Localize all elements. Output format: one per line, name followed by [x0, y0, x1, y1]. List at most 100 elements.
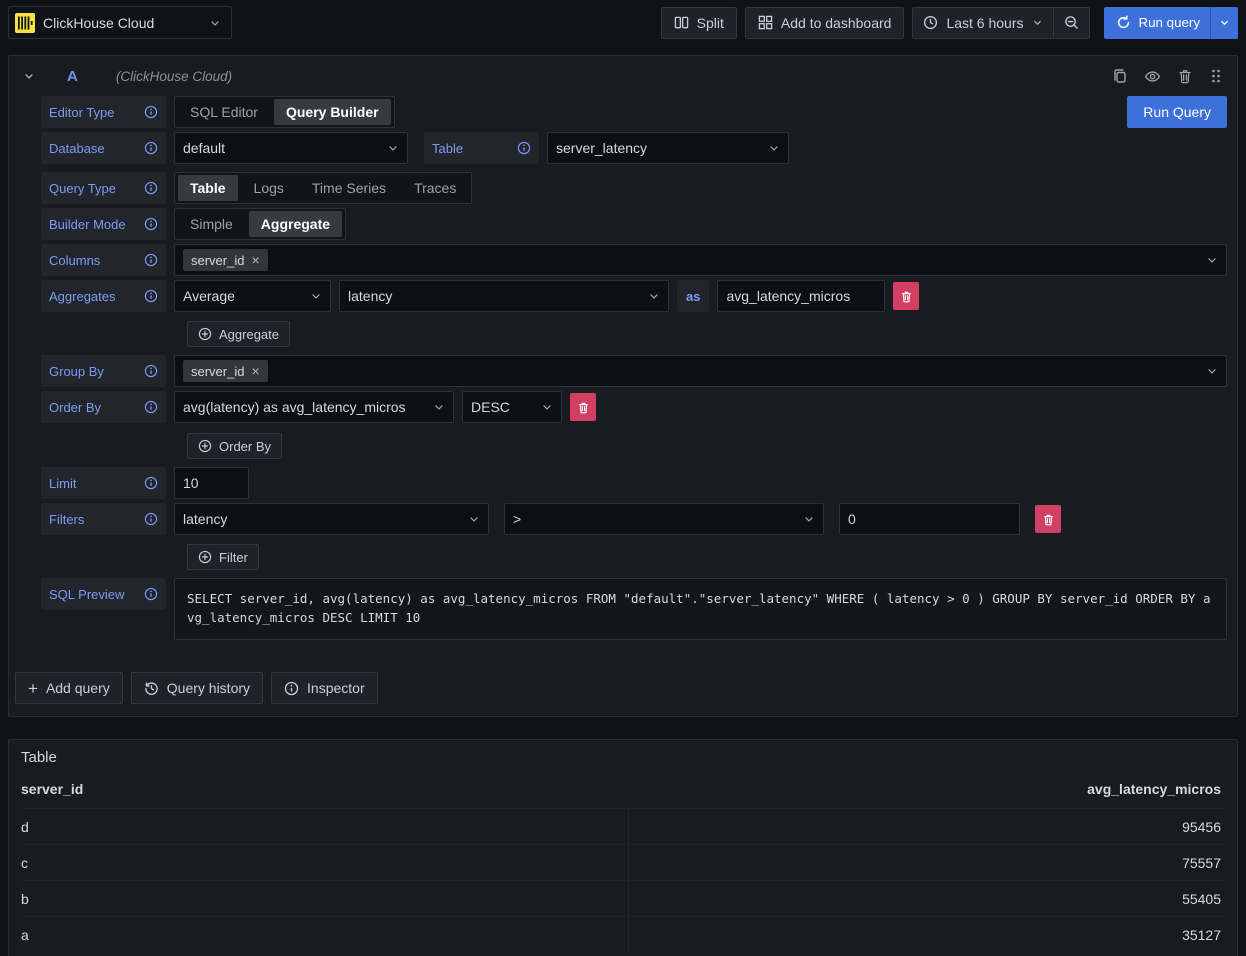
info-icon[interactable] — [144, 587, 158, 601]
remove-filter-button[interactable] — [1035, 505, 1061, 533]
hide-query-icon[interactable] — [1144, 68, 1161, 85]
info-icon[interactable] — [144, 512, 158, 526]
order-by-column-select[interactable]: avg(latency) as avg_latency_micros — [174, 391, 454, 423]
remove-icon[interactable]: × — [251, 364, 259, 378]
aggregate-column-select[interactable]: latency — [339, 280, 669, 312]
database-table-row: Database default Table server_latency — [41, 132, 1227, 164]
toolbar: ClickHouse Cloud Split Add to dashboard … — [0, 0, 1246, 45]
group-by-row: Group By server_id × — [41, 355, 1227, 387]
info-icon[interactable] — [144, 217, 158, 231]
query-type-table[interactable]: Table — [178, 175, 238, 201]
info-icon[interactable] — [144, 181, 158, 195]
aggregate-alias-input[interactable] — [717, 280, 885, 312]
limit-input[interactable] — [174, 467, 249, 499]
query-builder-form: Editor Type SQL Editor Query Builder Run… — [9, 96, 1237, 640]
chevron-down-icon — [541, 401, 553, 413]
editor-type-row: Editor Type SQL Editor Query Builder Run… — [41, 96, 1227, 128]
query-ref-id[interactable]: A — [67, 68, 78, 85]
duplicate-query-icon[interactable] — [1112, 68, 1128, 84]
order-by-label: Order By — [41, 391, 166, 423]
time-range-button[interactable]: Last 6 hours — [913, 8, 1052, 38]
remove-icon[interactable]: × — [251, 253, 259, 267]
run-query-button[interactable]: Run query — [1104, 7, 1239, 39]
as-label: as — [677, 280, 709, 312]
chevron-down-icon — [648, 290, 660, 302]
delete-query-icon[interactable] — [1177, 68, 1193, 84]
info-icon[interactable] — [144, 141, 158, 155]
column-header-server-id[interactable]: server_id — [21, 781, 629, 797]
table-select[interactable]: server_latency — [547, 132, 789, 164]
table-row[interactable]: d 95456 — [21, 808, 1225, 844]
builder-mode-simple[interactable]: Simple — [178, 211, 245, 237]
query-actions — [1112, 68, 1223, 85]
add-filter-button[interactable]: Filter — [187, 544, 259, 570]
table-row[interactable]: c 75557 — [21, 844, 1225, 880]
info-icon[interactable] — [144, 253, 158, 267]
query-type-time-series[interactable]: Time Series — [300, 175, 398, 201]
run-query-dropdown[interactable] — [1210, 7, 1238, 39]
column-chip: server_id × — [183, 249, 268, 271]
chevron-down-icon — [310, 290, 322, 302]
filter-value-input[interactable] — [839, 503, 1020, 535]
drag-handle-icon[interactable] — [1209, 68, 1223, 84]
query-editor-panel: A (ClickHouse Cloud) Editor Type — [8, 55, 1238, 717]
group-by-multiselect[interactable]: server_id × — [174, 355, 1227, 387]
column-header-avg-latency[interactable]: avg_latency_micros — [629, 781, 1225, 797]
database-select[interactable]: default — [174, 132, 408, 164]
filter-operator-select[interactable]: > — [504, 503, 824, 535]
clock-icon — [923, 15, 938, 30]
query-history-button[interactable]: Query history — [131, 672, 263, 704]
aggregates-label: Aggregates — [41, 280, 166, 312]
table-label: Table — [424, 132, 539, 164]
remove-order-by-button[interactable] — [570, 393, 596, 421]
editor-type-label: Editor Type — [41, 96, 166, 128]
plus-circle-icon — [198, 439, 212, 453]
collapse-chevron-icon[interactable] — [23, 70, 35, 82]
query-type-logs[interactable]: Logs — [242, 175, 296, 201]
add-filter-row: Filter — [41, 544, 1227, 570]
add-query-button[interactable]: + Add query — [15, 672, 123, 704]
chevron-down-icon — [1206, 365, 1218, 377]
zoom-out-icon — [1064, 15, 1079, 30]
dashboard-grid-icon — [758, 15, 773, 30]
info-icon[interactable] — [144, 400, 158, 414]
results-table-panel: Table server_id avg_latency_micros d 954… — [8, 739, 1238, 956]
add-to-dashboard-button[interactable]: Add to dashboard — [745, 7, 905, 39]
chevron-down-icon — [468, 513, 480, 525]
info-icon[interactable] — [144, 364, 158, 378]
table-row[interactable]: b 55405 — [21, 880, 1225, 916]
chevron-down-icon — [1032, 17, 1043, 28]
builder-mode-aggregate[interactable]: Aggregate — [249, 211, 342, 237]
info-icon[interactable] — [144, 289, 158, 303]
split-icon — [674, 15, 689, 30]
columns-multiselect[interactable]: server_id × — [174, 244, 1227, 276]
datasource-picker[interactable]: ClickHouse Cloud — [8, 6, 232, 39]
chevron-down-icon — [387, 142, 399, 154]
query-type-traces[interactable]: Traces — [402, 175, 468, 201]
editor-type-switch: SQL Editor Query Builder — [174, 96, 395, 128]
info-icon[interactable] — [144, 105, 158, 119]
zoom-out-time-button[interactable] — [1053, 8, 1089, 38]
query-footer: + Add query Query history Inspector — [9, 644, 1237, 716]
filter-column-select[interactable]: latency — [174, 503, 489, 535]
builder-mode-row: Builder Mode Simple Aggregate — [41, 208, 1227, 240]
editor-type-sql-editor[interactable]: SQL Editor — [178, 99, 270, 125]
split-button[interactable]: Split — [661, 7, 737, 39]
refresh-icon — [1116, 15, 1131, 30]
remove-aggregate-button[interactable] — [893, 282, 919, 310]
editor-type-query-builder[interactable]: Query Builder — [274, 99, 391, 125]
info-icon[interactable] — [144, 476, 158, 490]
builder-mode-label: Builder Mode — [41, 208, 166, 240]
limit-label: Limit — [41, 467, 166, 499]
chevron-down-icon — [433, 401, 445, 413]
order-by-direction-select[interactable]: DESC — [462, 391, 562, 423]
run-query-inline-button[interactable]: Run Query — [1127, 96, 1227, 128]
info-icon[interactable] — [517, 141, 531, 155]
aggregate-function-select[interactable]: Average — [174, 280, 331, 312]
table-row[interactable]: a 35127 — [21, 916, 1225, 952]
inspector-button[interactable]: Inspector — [271, 672, 378, 704]
add-order-by-button[interactable]: Order By — [187, 433, 282, 459]
add-aggregate-button[interactable]: Aggregate — [187, 321, 290, 347]
limit-row: Limit — [41, 467, 1227, 499]
query-type-label: Query Type — [41, 172, 166, 204]
